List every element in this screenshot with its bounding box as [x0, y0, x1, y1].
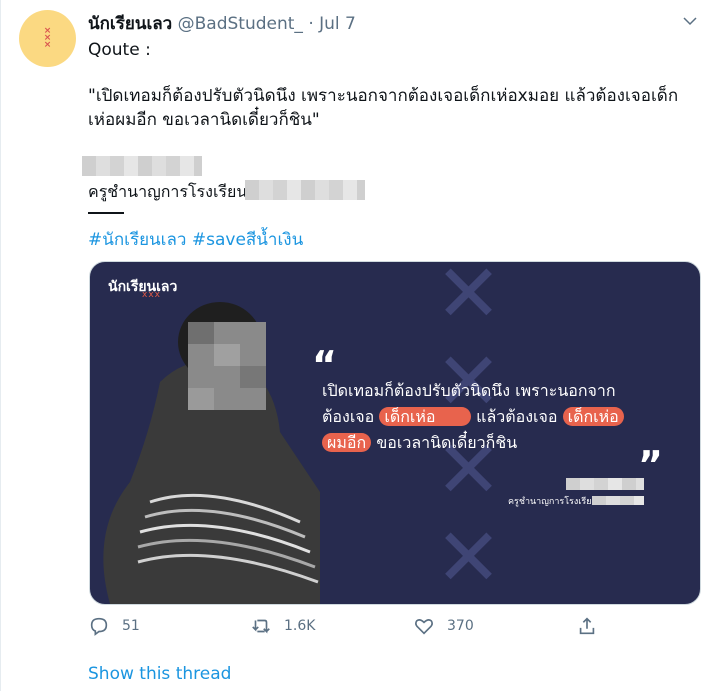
highlight-3: ผมอีก: [322, 433, 372, 452]
highlight-2: เด็กเห่อ: [562, 407, 624, 426]
show-thread-link[interactable]: Show this thread: [88, 664, 231, 684]
like-count: 370: [447, 618, 474, 634]
reply-count: 51: [122, 618, 140, 634]
highlight-1-text: เด็กเห่อ: [384, 407, 436, 426]
card-quote-line3: ผมอีก ขอเวลานิดเดี๋ยวก็ชิน: [322, 430, 662, 456]
card-teacher-label-text: ครูชำนาญการโรงเรียน: [508, 497, 598, 507]
tweet-header: นักเรียนเลว @BadStudent_ · Jul 7: [88, 10, 356, 37]
card-censored-school-blur: [592, 496, 644, 505]
author-handle[interactable]: @BadStudent_: [178, 14, 303, 34]
hashtag-save-blue[interactable]: #saveสีน้ำเงิน: [192, 230, 303, 250]
card-censored-name-blur: [566, 478, 644, 490]
blurred-person-photo: [103, 302, 320, 604]
avatar[interactable]: × × ×: [19, 10, 76, 67]
censored-name-blur: [82, 156, 202, 176]
retweet-icon: [252, 619, 270, 634]
background-x-icon: ✕: [435, 261, 503, 340]
teacher-label-text: ครูชำนาญการโรงเรียน: [88, 182, 248, 201]
tweet-image-card[interactable]: ✕ ✕ ✕ ✕ นักเรียนเลว xxx “ เปิดเทอมก็ต้อง…: [89, 261, 701, 605]
tweet-text-line1: Qoute :: [88, 40, 151, 60]
card-quote-line3-text: ขอเวลานิดเดี๋ยวก็ชิน: [376, 433, 518, 452]
card-teacher-label: ครูชำนาญการโรงเรียน: [508, 494, 598, 508]
card-quote-line2a: ต้องเจอ: [322, 407, 375, 426]
more-options-chevron-icon[interactable]: [681, 12, 699, 30]
open-quote-icon: “: [312, 343, 337, 387]
author-name[interactable]: นักเรียนเลว: [88, 14, 172, 34]
share-icon: [579, 617, 595, 635]
divider-line: [88, 212, 124, 214]
tweet: × × × นักเรียนเลว @BadStudent_ · Jul 7 Qou…: [0, 0, 718, 691]
card-quote-line1: เปิดเทอมก็ต้องปรับตัวนิดนึง เพราะนอกจาก: [322, 381, 616, 400]
card-brand-mark: xxx: [142, 290, 161, 300]
tweet-actions: 51 1.6K 370: [88, 615, 688, 645]
background-x-icon: ✕: [435, 511, 503, 604]
heart-icon: [415, 619, 433, 635]
retweet-count: 1.6K: [284, 618, 316, 634]
hashtag-badstudent[interactable]: #นักเรียนเลว: [88, 230, 186, 250]
teacher-label: ครูชำนาญการโรงเรียน: [88, 180, 247, 205]
card-quote-line2b: แล้วต้องเจอ: [476, 407, 558, 426]
reply-icon: [90, 617, 108, 636]
tweet-quote-text: "เปิดเทอมก็ต้องปรับตัวนิดนึง เพราะนอกจาก…: [88, 86, 679, 130]
retweet-button[interactable]: 1.6K: [250, 615, 315, 637]
share-button[interactable]: [576, 615, 598, 637]
separator-dot: ·: [308, 14, 314, 34]
card-quote: เปิดเทอมก็ต้องปรับตัวนิดนึง เพราะนอกจาก …: [322, 378, 662, 456]
tweet-date[interactable]: Jul 7: [319, 14, 356, 34]
reply-button[interactable]: 51: [88, 615, 140, 637]
close-quote-icon: ”: [638, 443, 663, 487]
like-button[interactable]: 370: [413, 615, 474, 637]
avatar-logo-icon: × × ×: [43, 26, 52, 50]
censored-school-blur: [245, 180, 365, 200]
hashtags: #นักเรียนเลว #saveสีน้ำเงิน: [88, 226, 303, 253]
highlight-1: เด็กเห่อ: [379, 407, 472, 426]
card-quote-line2: ต้องเจอ เด็กเห่อ แล้วต้องเจอ เด็กเห่อ: [322, 404, 662, 430]
